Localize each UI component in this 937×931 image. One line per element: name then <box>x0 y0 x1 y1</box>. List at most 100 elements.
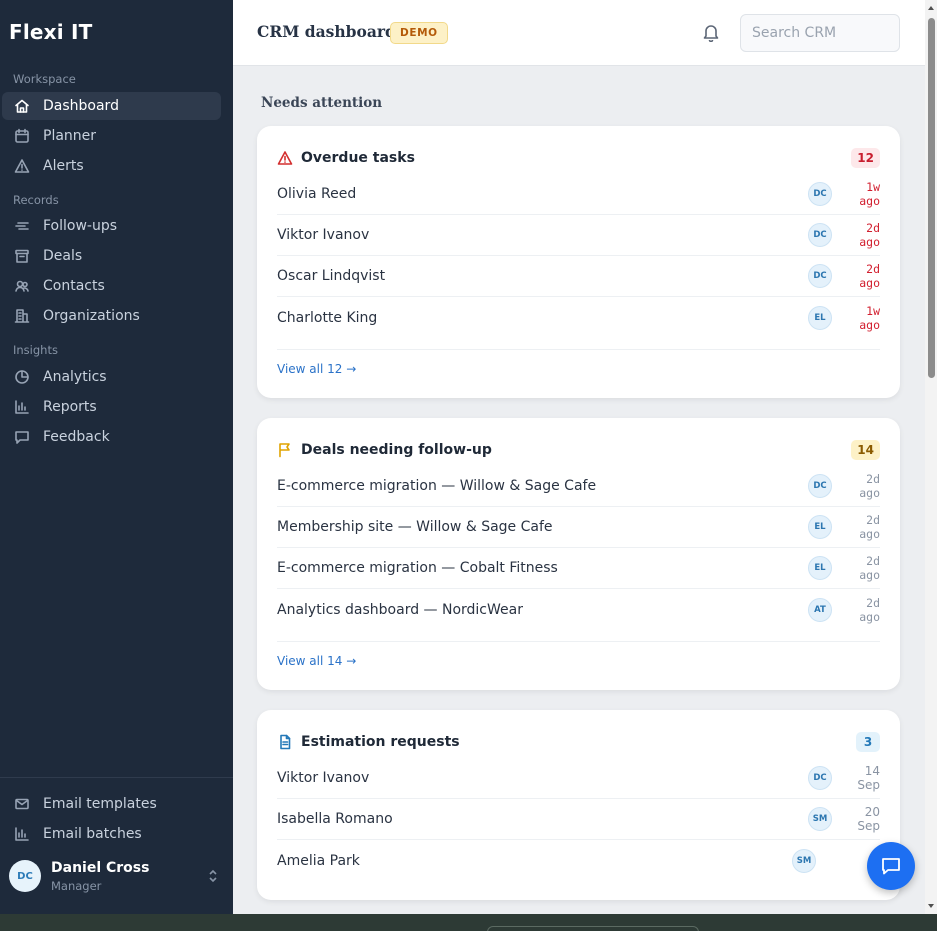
sidebar-item-label: Organizations <box>43 308 140 324</box>
table-row[interactable]: Amelia Park SM <box>277 840 880 881</box>
row-age: 2d ago <box>859 472 880 500</box>
document-icon <box>277 734 293 750</box>
scroll-down-arrow-icon[interactable] <box>927 902 935 910</box>
row-name: Membership site — Willow & Sage Cafe <box>277 519 553 535</box>
section-label-records: Records <box>13 193 59 207</box>
view-all-overdue-link[interactable]: View all 12 → <box>277 362 356 376</box>
table-row[interactable]: Olivia Reed DC 1w ago <box>277 174 880 215</box>
card-title: Overdue tasks <box>301 150 415 166</box>
sidebar-item-planner[interactable]: Planner <box>2 122 221 150</box>
archive-icon <box>13 247 31 265</box>
count-badge: 12 <box>851 148 880 168</box>
sidebar-item-label: Follow-ups <box>43 218 118 234</box>
section-label-insights: Insights <box>13 343 58 357</box>
page-scrollbar[interactable] <box>925 0 937 914</box>
sidebar-item-reports[interactable]: Reports <box>2 393 221 421</box>
count-badge: 14 <box>851 440 880 460</box>
sidebar-item-label: Planner <box>43 128 97 144</box>
divider <box>277 641 880 642</box>
card-title: Deals needing follow-up <box>301 442 492 458</box>
main-content: CRM dashboard DEMO Needs attention Overd… <box>233 0 925 914</box>
sidebar-item-dashboard[interactable]: Dashboard <box>2 92 221 120</box>
table-row[interactable]: E-commerce migration — Willow & Sage Caf… <box>277 466 880 507</box>
row-date: 14 Sep <box>857 764 880 792</box>
search-input[interactable] <box>740 14 900 52</box>
table-row[interactable]: E-commerce migration — Cobalt Fitness EL… <box>277 548 880 589</box>
scroll-up-arrow-icon[interactable] <box>927 4 935 12</box>
user-name: Daniel Cross <box>51 859 150 876</box>
row-age: 1w ago <box>859 303 880 332</box>
sidebar-item-label: Alerts <box>43 158 84 174</box>
overdue-tasks-card: Overdue tasks 12 Olivia Reed DC 1w ago Vi… <box>257 126 900 398</box>
sidebar-item-contacts[interactable]: Contacts <box>2 272 221 300</box>
estimation-requests-card: Estimation requests 3 Viktor Ivanov DC 14… <box>257 710 900 900</box>
avatar: DC <box>808 182 832 206</box>
avatar: SM <box>792 848 816 873</box>
table-row[interactable]: Viktor Ivanov DC 14 Sep <box>277 758 880 799</box>
sidebar-item-organizations[interactable]: Organizations <box>2 302 221 330</box>
bell-icon[interactable] <box>702 23 722 43</box>
sidebar-item-follow-ups[interactable]: Follow-ups <box>2 212 221 240</box>
section-title: Needs attention <box>261 95 383 111</box>
sidebar-item-label: Dashboard <box>43 98 119 114</box>
user-menu[interactable]: DC Daniel Cross Manager <box>9 858 225 894</box>
taskbar <box>0 914 937 931</box>
sidebar-item-label: Email batches <box>43 826 142 842</box>
sidebar-item-deals[interactable]: Deals <box>2 242 221 270</box>
card-header: Estimation requests 3 <box>277 732 880 752</box>
sidebar-item-label: Email templates <box>43 796 157 812</box>
table-row[interactable]: Oscar Lindqvist DC 2d ago <box>277 256 880 297</box>
bar-chart-icon <box>13 398 31 416</box>
row-name: Viktor Ivanov <box>277 227 370 243</box>
sidebar-item-email-batches[interactable]: Email batches <box>2 820 221 848</box>
flag-icon <box>277 442 293 458</box>
page-title: CRM dashboard <box>257 22 396 41</box>
taskbar-tab[interactable] <box>487 926 699 931</box>
alert-triangle-icon <box>13 157 31 175</box>
avatar: SM <box>808 807 832 831</box>
table-row[interactable]: Charlotte King EL 1w ago <box>277 297 880 338</box>
table-row[interactable]: Isabella Romano SM 20 Sep <box>277 799 880 840</box>
card-header: Deals needing follow-up 14 <box>277 440 880 460</box>
section-label-workspace: Workspace <box>13 72 76 86</box>
sidebar-item-label: Deals <box>43 248 83 264</box>
sidebar-item-label: Contacts <box>43 278 105 294</box>
calendar-icon <box>13 127 31 145</box>
user-role: Manager <box>51 878 102 893</box>
sidebar-item-analytics[interactable]: Analytics <box>2 363 221 391</box>
sidebar-item-label: Reports <box>43 399 97 415</box>
sidebar-item-label: Feedback <box>43 429 110 445</box>
sidebar-item-label: Analytics <box>43 369 107 385</box>
sidebar-item-email-templates[interactable]: Email templates <box>2 790 221 818</box>
row-name: Charlotte King <box>277 309 378 326</box>
avatar: EL <box>808 556 832 580</box>
row-name: E-commerce migration — Willow & Sage Caf… <box>277 478 597 494</box>
divider <box>277 349 880 350</box>
count-badge: 3 <box>856 732 880 752</box>
table-row[interactable]: Viktor Ivanov DC 2d ago <box>277 215 880 256</box>
sidebar-item-alerts[interactable]: Alerts <box>2 152 221 180</box>
brand-logo: Flexi IT <box>9 20 93 44</box>
sidebar-item-feedback[interactable]: Feedback <box>2 423 221 451</box>
view-all-deals-link[interactable]: View all 14 → <box>277 654 356 668</box>
mail-icon <box>13 795 31 813</box>
row-age: 2d ago <box>859 595 880 624</box>
chat-button[interactable] <box>867 842 915 890</box>
row-date: 20 Sep <box>857 805 880 833</box>
chevron-up-down-icon[interactable] <box>207 868 219 884</box>
row-name: Oscar Lindqvist <box>277 268 386 284</box>
top-header: CRM dashboard DEMO <box>233 0 925 66</box>
building-icon <box>13 307 31 325</box>
avatar: DC <box>808 223 832 247</box>
row-age: 2d ago <box>859 262 880 290</box>
avatar: DC <box>808 264 832 288</box>
table-row[interactable]: Analytics dashboard — NordicWear AT 2d ag… <box>277 589 880 630</box>
sidebar-divider <box>0 777 233 778</box>
pie-chart-icon <box>13 368 31 386</box>
avatar: EL <box>808 305 832 330</box>
table-row[interactable]: Membership site — Willow & Sage Cafe EL 2… <box>277 507 880 548</box>
scrollbar-thumb[interactable] <box>928 18 935 378</box>
avatar: DC <box>9 860 41 892</box>
row-age: 2d ago <box>859 221 880 249</box>
home-icon <box>13 97 31 115</box>
